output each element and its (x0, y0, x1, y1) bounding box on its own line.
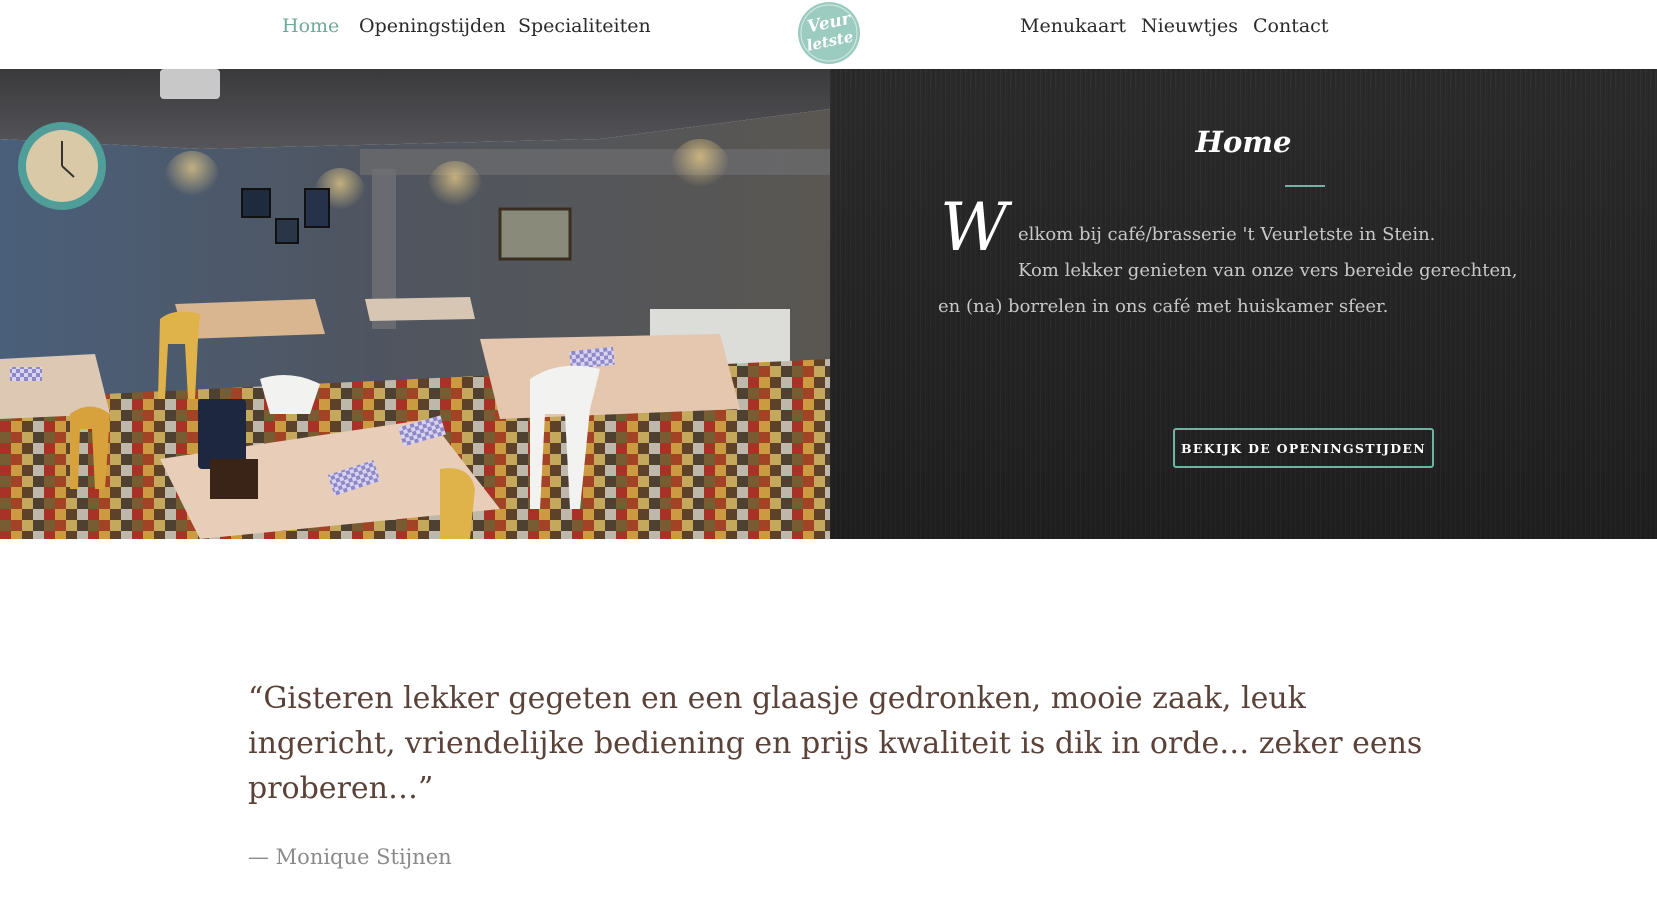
nav-item-contact[interactable]: Contact (1253, 15, 1328, 37)
testimonial-quote: “Gisteren lekker gegeten en een glaasje … (248, 681, 1423, 806)
intro-line-2: Kom lekker genieten van onze vers bereid… (1018, 260, 1518, 281)
title-divider (1285, 185, 1325, 187)
nav-item-openingstijden[interactable]: Openingstijden (359, 15, 506, 37)
hero-section: Home W elkom bij café/brasserie 't Veurl… (0, 69, 1657, 539)
nav-item-menukaart[interactable]: Menukaart (1020, 15, 1126, 37)
photo-illustration (0, 69, 830, 539)
main-navigation: Home Openingstijden Specialiteiten Veur … (0, 0, 1657, 69)
page-title: Home (1195, 125, 1292, 159)
dropcap-letter: W (940, 189, 1008, 266)
intro-line-1: elkom bij café/brasserie 't Veurletste i… (1018, 224, 1436, 245)
testimonial-author: — Monique Stijnen (248, 845, 452, 869)
site-logo[interactable]: Veur letste (795, 0, 863, 66)
nav-item-nieuwtjes[interactable]: Nieuwtjes (1141, 15, 1238, 37)
intro-line-3: en (na) borrelen in ons café met huiskam… (938, 296, 1389, 317)
nav-item-specialiteiten[interactable]: Specialiteiten (518, 15, 651, 37)
nav-item-home[interactable]: Home (282, 15, 339, 37)
restaurant-interior-photo (0, 69, 830, 539)
welcome-panel: Home W elkom bij café/brasserie 't Veurl… (830, 69, 1657, 539)
view-opening-hours-button[interactable]: BEKIJK DE OPENINGSTIJDEN (1173, 428, 1434, 468)
logo-icon: Veur letste (798, 2, 860, 64)
